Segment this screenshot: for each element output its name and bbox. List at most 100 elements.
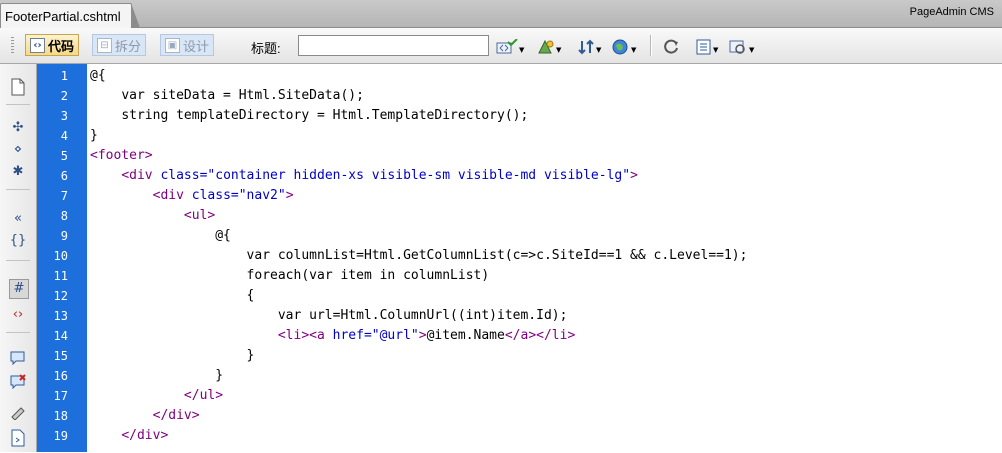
code-token: @{ [215,228,231,243]
open-documents-icon[interactable] [9,78,27,96]
code-line[interactable]: 8 <ul> [37,206,1002,226]
code-token: string templateDirectory = Html.Template… [121,108,529,123]
code-view-icon: ‹› [30,37,45,53]
code-line[interactable]: 4} [37,126,1002,146]
refresh-icon[interactable] [664,37,680,55]
code-token: </div> [121,428,169,443]
code-line[interactable]: 16 } [37,366,1002,386]
balance-braces-icon[interactable]: {} [9,232,27,250]
code-text: <footer> [90,146,153,166]
code-text: { [90,286,255,306]
code-token: <footer> [90,148,153,163]
line-number: 2 [60,89,68,103]
code-text: } [90,366,223,386]
validate-icon[interactable]: ▼ [496,37,524,55]
code-line[interactable]: 2 var siteData = Html.SiteData(); [37,86,1002,106]
code-token: <ul> [183,208,216,223]
document-tab-label: FooterPartial.cshtml [5,8,121,24]
select-parent-tag-icon[interactable]: « [9,210,27,228]
code-text: <div class="nav2"> [90,186,294,206]
code-line[interactable]: 6 <div class="container hidden-xs visibl… [37,166,1002,186]
highlight-invalid-icon[interactable]: ‹› [9,306,27,324]
document-tab[interactable]: FooterPartial.cshtml [0,3,140,28]
design-view-label: 设计 [183,38,210,54]
code-text: <ul> [90,206,215,226]
toolbar-separator [650,35,652,56]
code-line[interactable]: 12 { [37,286,1002,306]
code-text: <li><a href="@url">@item.Name</a></li> [90,326,575,346]
rail-separator [6,104,30,105]
toolbar-grip[interactable] [11,37,14,55]
expand-all-icon[interactable]: ✱ [9,163,27,181]
design-view-button[interactable]: ▣ 设计 [160,34,215,56]
collapse-tag-icon[interactable]: ✣ [9,119,27,137]
code-editor[interactable]: 1 @{2 var siteData = Html.SiteData(); 3 st… [37,64,1002,452]
code-token: { [246,288,255,303]
split-view-button[interactable]: ⊟ 拆分 [92,34,147,56]
design-view-icon: ▣ [165,37,180,53]
code-line[interactable]: 14 <li><a href="@url">@item.Name</a></li… [37,326,1002,346]
code-line[interactable]: 17 </ul> [37,386,1002,406]
title-label: 标题: [251,41,281,56]
code-token: } [246,348,255,363]
code-token: foreach(var item in columnList) [246,268,490,283]
code-token: <div [121,168,161,183]
recent-snippets-icon[interactable] [9,429,27,447]
line-numbers-icon[interactable]: # [9,279,29,299]
code-token: > [285,188,294,203]
line-number: 12 [53,289,68,303]
code-line[interactable]: 5 <footer> [37,146,1002,166]
title-input[interactable] [298,35,489,56]
code-line[interactable]: 15 } [37,346,1002,366]
code-text: foreach(var item in columnList) [90,266,490,286]
visual-aids-icon[interactable]: ▼ [728,37,754,55]
rail-separator [6,332,30,333]
collapse-selection-icon[interactable]: ⋄ [9,141,27,159]
code-line[interactable]: 9 @{ [37,226,1002,246]
line-number: 10 [53,249,68,263]
apply-comment-icon[interactable] [9,350,27,368]
code-token: var siteData = Html.SiteData(); [121,88,364,103]
view-options-icon[interactable]: ▼ [696,37,718,55]
code-line[interactable]: 11 foreach(var item in columnList) [37,266,1002,286]
code-text: @{ [90,66,106,86]
code-token: var url=Html.ColumnUrl((int)item.Id); [277,308,568,323]
code-line[interactable]: 7 <div class="nav2"> [37,186,1002,206]
code-line[interactable]: 1 @{ [37,66,1002,86]
remove-comment-icon[interactable] [9,374,27,392]
line-number: 4 [60,129,68,143]
code-line[interactable]: 19 </div> [37,426,1002,446]
code-view-button[interactable]: ‹› 代码 [25,34,80,56]
code-line[interactable]: 10 var columnList=Html.GetColumnList(c=>… [37,246,1002,266]
line-number: 9 [60,229,68,243]
code-text: } [90,346,255,366]
code-text: var siteData = Html.SiteData(); [90,86,364,106]
code-line[interactable]: 13 var url=Html.ColumnUrl((int)item.Id); [37,306,1002,326]
live-view-icon[interactable]: ▼ [537,37,561,55]
wrap-tag-icon[interactable] [9,404,27,422]
code-text: <div class="container hidden-xs visible-… [90,166,638,186]
code-text: var url=Html.ColumnUrl((int)item.Id); [90,306,568,326]
line-number: 6 [60,169,68,183]
code-text: </div> [90,406,200,426]
code-token: > [418,328,427,343]
globe-icon[interactable]: ▼ [612,37,636,55]
rail-separator [6,260,30,261]
code-text: </ul> [90,386,223,406]
line-number: 16 [53,369,68,383]
code-line[interactable]: 18 </div> [37,406,1002,426]
code-line[interactable]: 3 string templateDirectory = Html.Templa… [37,106,1002,126]
app-brand: PageAdmin CMS [909,6,994,18]
sort-icon[interactable]: ▼ [577,37,601,55]
